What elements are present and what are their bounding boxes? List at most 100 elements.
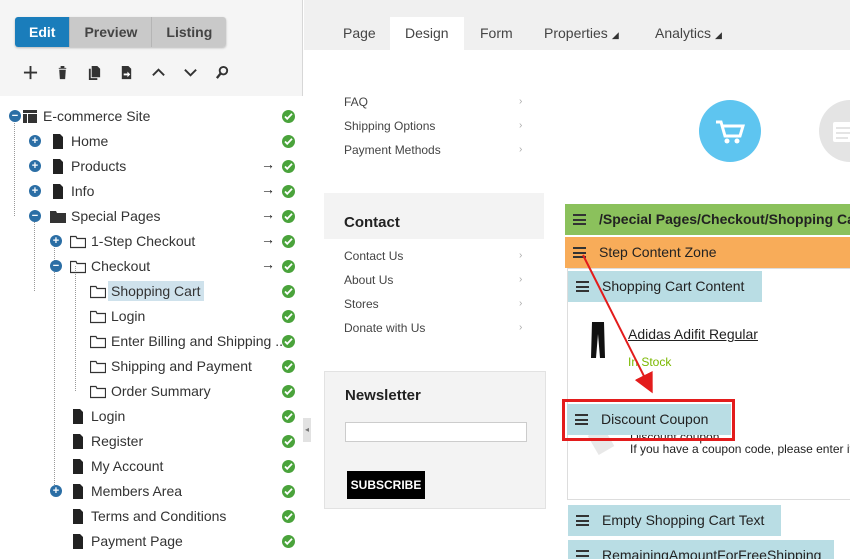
chevron-icon: ›	[519, 96, 523, 107]
tab-properties[interactable]: Properties ◢	[529, 17, 634, 50]
collapse-icon[interactable]: −	[50, 260, 62, 272]
tree-node[interactable]: Register	[0, 429, 303, 454]
tree-node[interactable]: + Members Area	[0, 479, 303, 504]
tree-node[interactable]: Enter Billing and Shipping ...	[0, 329, 303, 354]
link-shipping-options-label: Shipping Options	[344, 119, 436, 133]
link-stores[interactable]: Stores ›	[344, 292, 534, 316]
newsletter-title: Newsletter	[345, 387, 421, 404]
move-icon[interactable]	[114, 62, 138, 82]
menu-icon[interactable]	[576, 281, 589, 292]
listing-mode-tab[interactable]: Listing	[151, 17, 227, 47]
link-donate[interactable]: Donate with Us ›	[344, 316, 534, 340]
folder-icon	[50, 209, 66, 224]
collapse-icon[interactable]: −	[9, 110, 21, 122]
page-icon	[50, 159, 66, 174]
published-check-icon	[282, 210, 295, 223]
tab-form-label: Form	[480, 25, 513, 41]
menu-icon[interactable]	[576, 515, 589, 526]
tree-node[interactable]: Shipping and Payment	[0, 354, 303, 379]
cart-icon	[699, 100, 761, 162]
page-icon	[70, 509, 86, 524]
redirect-arrow-icon: →	[261, 256, 275, 272]
tree-node-label: E-commerce Site	[43, 108, 151, 124]
product-link[interactable]: Adidas Adifit Regular	[628, 326, 758, 342]
search-icon[interactable]	[210, 62, 234, 82]
tab-analytics-label: Analytics	[655, 25, 712, 41]
tree-node[interactable]: − Checkout →	[0, 254, 303, 279]
panel-splitter[interactable]: ◂	[303, 418, 311, 442]
page-icon	[50, 184, 66, 199]
tree-node[interactable]: Payment Page	[0, 529, 303, 554]
contact-title: Contact	[344, 214, 400, 231]
collapse-icon[interactable]: −	[29, 210, 41, 222]
up-icon[interactable]	[146, 62, 170, 82]
page-path-bar: /Special Pages/Checkout/Shopping Ca	[565, 204, 850, 235]
tree-node[interactable]: My Account	[0, 454, 303, 479]
folder-open-icon	[69, 259, 87, 274]
expand-icon[interactable]: +	[50, 235, 62, 247]
tab-analytics[interactable]: Analytics ◢	[640, 17, 737, 50]
shopping-cart-content-webpart[interactable]: Shopping Cart Content	[568, 271, 762, 302]
tree-node[interactable]: Login	[0, 304, 303, 329]
preview-mode-tab[interactable]: Preview	[69, 17, 152, 47]
expand-icon[interactable]: +	[29, 160, 41, 172]
expand-icon[interactable]: +	[29, 185, 41, 197]
tab-page-label: Page	[343, 25, 376, 41]
tree-node[interactable]: Login	[0, 404, 303, 429]
link-faq[interactable]: FAQ ›	[344, 90, 534, 114]
link-stores-label: Stores	[344, 297, 379, 311]
tree-node[interactable]: + Products →	[0, 154, 303, 179]
stock-status: In Stock	[628, 355, 672, 369]
chevron-icon: ›	[519, 322, 523, 333]
tree-node[interactable]: +1-Step Checkout →	[0, 229, 303, 254]
contact-header: Contact	[324, 193, 544, 239]
link-shipping-options[interactable]: Shipping Options ›	[344, 114, 534, 138]
link-faq-label: FAQ	[344, 95, 369, 109]
expand-icon[interactable]: +	[29, 135, 41, 147]
tree-node-label: Home	[71, 133, 109, 149]
coupon-text: If you have a coupon code, please enter …	[630, 442, 850, 456]
tree-node[interactable]: + Info →	[0, 179, 303, 204]
page-tabs-bar: Page Design Form Properties ◢ Analytics ◢	[304, 0, 850, 50]
tree-node[interactable]: Order Summary	[0, 379, 303, 404]
copy-icon[interactable]	[82, 62, 106, 82]
folder-open-icon	[89, 334, 107, 349]
published-check-icon	[282, 510, 295, 523]
tab-design[interactable]: Design	[390, 17, 464, 50]
published-check-icon	[282, 235, 295, 248]
newsletter-email-input[interactable]	[345, 422, 527, 442]
menu-icon[interactable]	[573, 214, 586, 225]
folder-open-icon	[89, 284, 107, 299]
link-contact-us[interactable]: Contact Us ›	[344, 244, 534, 268]
tree-node[interactable]: Terms and Conditions	[0, 504, 303, 529]
link-about-us[interactable]: About Us ›	[344, 268, 534, 292]
tree-node[interactable]: − E-commerce Site	[0, 104, 303, 129]
empty-cart-webpart[interactable]: Empty Shopping Cart Text	[568, 505, 781, 536]
folder-open-icon	[89, 359, 107, 374]
page-path-label: /Special Pages/Checkout/Shopping Ca	[599, 211, 850, 227]
chevron-icon: ›	[519, 274, 523, 285]
add-icon[interactable]	[18, 62, 42, 82]
link-payment-methods[interactable]: Payment Methods ›	[344, 138, 534, 162]
zone-content	[567, 268, 850, 500]
tree-node-label: Payment Page	[91, 533, 183, 549]
link-contact-us-label: Contact Us	[344, 249, 404, 263]
expand-icon[interactable]: +	[50, 485, 62, 497]
link-about-us-label: About Us	[344, 273, 394, 287]
delete-icon[interactable]	[50, 62, 74, 82]
tree-node-label: Order Summary	[111, 383, 211, 399]
tree-node[interactable]: Shopping Cart	[0, 279, 303, 304]
published-check-icon	[282, 360, 295, 373]
subscribe-button[interactable]: SUBSCRIBE	[347, 471, 425, 499]
tree-node[interactable]: − Special Pages →	[0, 204, 303, 229]
tree-node[interactable]: + Home	[0, 129, 303, 154]
webpart-label: RemainingAmountForFreeShipping	[602, 547, 822, 559]
menu-icon[interactable]	[576, 550, 589, 559]
down-icon[interactable]	[178, 62, 202, 82]
menu-icon[interactable]	[573, 247, 586, 258]
edit-mode-tab[interactable]: Edit	[15, 17, 70, 47]
tab-form[interactable]: Form	[465, 17, 528, 50]
tab-page[interactable]: Page	[328, 17, 391, 50]
remaining-amount-webpart[interactable]: RemainingAmountForFreeShipping	[568, 540, 834, 559]
page-icon	[70, 484, 86, 499]
